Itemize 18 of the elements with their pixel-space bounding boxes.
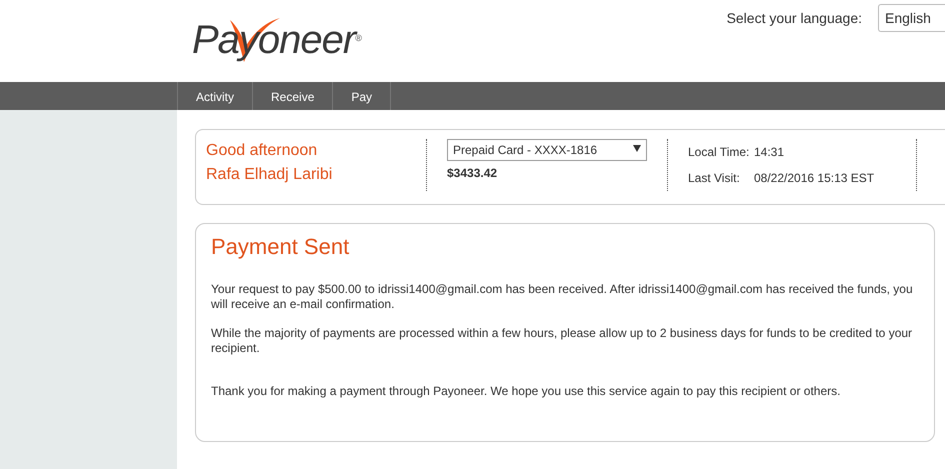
message-paragraph: While the majority of payments are processed within a few hours, please allow up to 2 business days for funds to be credited to your recipient. (211, 326, 914, 356)
nav-tab[interactable]: Receive (252, 82, 332, 110)
detail-label: Last Visit: (688, 170, 741, 187)
detail-value: 14:31 (754, 144, 784, 161)
card-select[interactable]: Prepaid Card - XXXX-1816 (447, 139, 647, 161)
detail-label: Local Time: (688, 144, 750, 161)
language-label: Select your language: (726, 8, 862, 28)
user-name: Rafa Elhadj Laribi (206, 165, 334, 185)
message-paragraph: Thank you for making a payment through Payoneer. We hope you use this service again to pay this recipient or others. (211, 384, 842, 400)
message-title: Payment Sent (211, 234, 350, 260)
balance-text: $3433.42 (447, 165, 498, 182)
nav-tab[interactable]: Activity (177, 82, 252, 110)
caret-icon (633, 145, 641, 152)
detail-value: 08/22/2016 15:13 EST (754, 170, 874, 187)
nav-tab[interactable]: Pay (332, 82, 392, 110)
language-select[interactable]: English (878, 4, 945, 32)
greeting-text: Good afternoon (206, 141, 318, 161)
message-paragraph: Your request to pay $500.00 to idrissi1400@gmail.com has been received. After idrissi1400@gmail.com has received the funds, you will receive an e-mail confirmation. (211, 282, 914, 312)
